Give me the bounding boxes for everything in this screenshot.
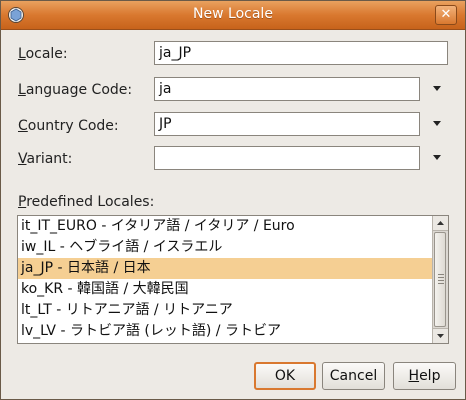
list-item[interactable]: lt_LT - リトアニア語 / リトアニア [18,300,432,321]
cancel-button[interactable]: Cancel [322,362,385,390]
predefined-locales-label: Predefined Locales: [18,194,155,210]
list-item[interactable]: ko_KR - 韓国語 / 大韓民国 [18,279,432,300]
locale-field[interactable]: ja_JP [154,41,448,65]
scroll-thumb[interactable] [434,232,446,327]
locale-label: Locale: [18,46,68,62]
scroll-down-button[interactable] [433,328,448,343]
variant-dropdown-icon[interactable] [429,153,445,163]
country-code-combo[interactable]: JP [154,112,420,136]
variant-combo[interactable] [154,146,420,170]
new-locale-dialog: New Locale ✕ Locale: ja_JP Language Code… [0,0,466,400]
language-code-dropdown-icon[interactable] [429,84,445,94]
dialog-title: New Locale [193,6,273,22]
country-code-label: Country Code: [18,118,119,134]
close-icon: ✕ [440,7,452,22]
list-item[interactable]: lv_LV - ラトビア語 (レット語) / ラトビア [18,321,432,342]
ok-button[interactable]: OK [254,362,316,390]
list-item[interactable]: iw_IL - ヘブライ語 / イスラエル [18,237,432,258]
scroll-up-button[interactable] [433,216,448,231]
language-code-combo[interactable]: ja [154,77,420,101]
predefined-locales-list[interactable]: it_IT_EURO - イタリア語 / イタリア / Euro iw_IL -… [17,215,449,344]
scroll-down-icon [437,334,444,338]
country-code-dropdown-icon[interactable] [429,119,445,129]
help-button[interactable]: Help [393,362,456,390]
variant-label: Variant: [18,151,73,167]
language-code-label: Language Code: [18,82,133,98]
list-item-selected[interactable]: ja_JP - 日本語 / 日本 [18,258,432,279]
list-item[interactable]: it_IT_EURO - イタリア語 / イタリア / Euro [18,216,432,237]
close-button[interactable]: ✕ [435,5,457,25]
vertical-scrollbar[interactable] [432,216,448,343]
scroll-up-icon [437,221,444,225]
title-bar[interactable]: New Locale ✕ [1,1,465,30]
